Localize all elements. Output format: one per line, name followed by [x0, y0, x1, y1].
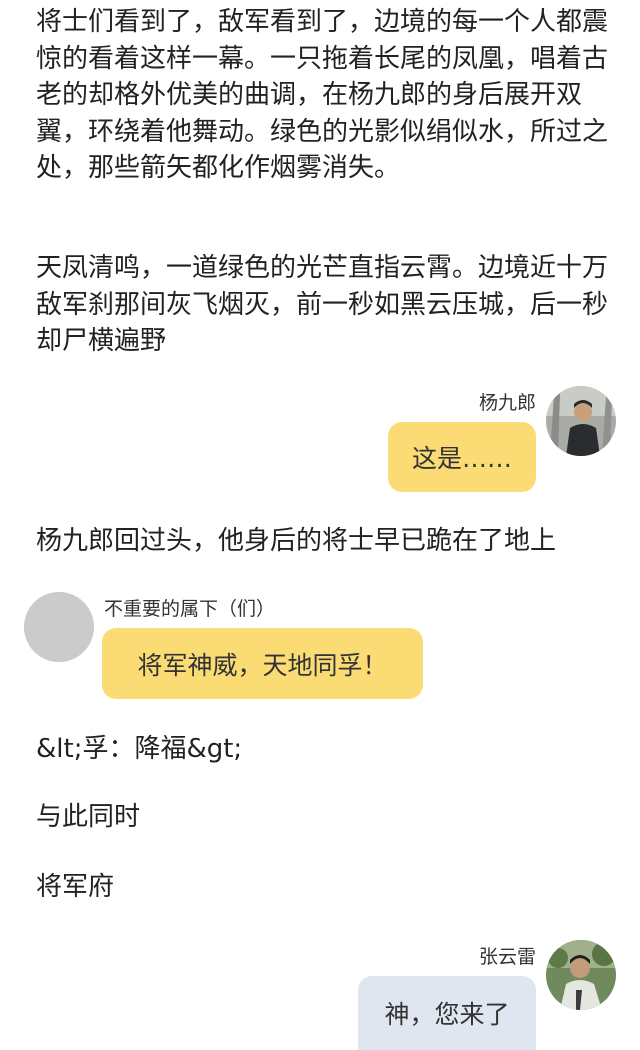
avatar [546, 386, 616, 456]
story-paragraph: 天凤清鸣，一道绿色的光芒直指云霄。边境近十万敌军刹那间灰飞烟灭，前一秒如黑云压城… [36, 253, 609, 356]
story-paragraph: 将军府 [36, 872, 115, 902]
photo-avatar-man-icon [546, 386, 616, 456]
chat-bubble: 这是…… [388, 422, 536, 492]
story-paragraph: &lt;孚：降福&gt; [36, 734, 243, 764]
story-paragraph: 与此同时 [36, 802, 141, 832]
avatar [546, 940, 616, 1010]
speaker-name: 张云雷 [478, 946, 536, 968]
speaker-name: 杨九郎 [478, 392, 536, 414]
photo-avatar-man-outdoor-icon [546, 940, 616, 1010]
speaker-name: 不重要的属下（们） [104, 598, 276, 620]
avatar [24, 592, 94, 662]
story-paragraph: 杨九郎回过头，他身后的将士早已跪在了地上 [36, 526, 557, 556]
chat-bubble: 神，您来了 [358, 976, 536, 1050]
placeholder-avatar-icon [24, 592, 94, 662]
story-paragraph: 将士们看到了，敌军看到了，边境的每一个人都震惊的看着这样一幕。一只拖着长尾的凤凰… [36, 7, 609, 183]
chat-bubble: 将军神威，天地同孚！ [102, 628, 423, 699]
